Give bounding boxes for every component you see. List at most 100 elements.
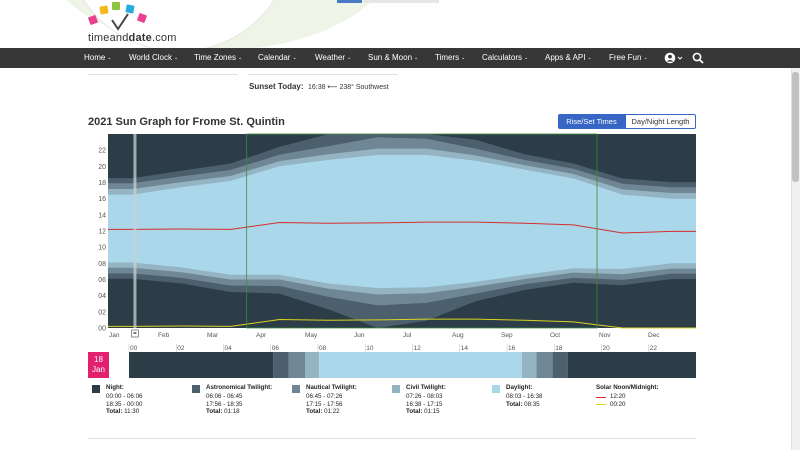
nav-time-zones-label: Time Zones <box>194 53 236 62</box>
legend-range: 07:26 - 08:03 <box>406 393 443 400</box>
chevron-down-icon: ⌄ <box>524 55 529 61</box>
nav-home[interactable]: Home ⌄ <box>84 48 112 68</box>
legend-title: Night: <box>106 384 124 391</box>
chart-y-tick-label: 12 <box>98 229 106 236</box>
legend-solar-midnight-value: 00:20 <box>610 400 626 408</box>
divider <box>248 74 398 75</box>
logo-text-c: .com <box>151 32 177 44</box>
timeline-hour-label: 22 <box>650 345 658 352</box>
legend-title: Daylight: <box>506 384 533 391</box>
legend-total-value: 01:18 <box>224 408 240 415</box>
legend-title: Civil Twilight: <box>406 384 446 391</box>
logo-text[interactable]: timeanddate.com <box>88 32 177 44</box>
nav-timers-label: Timers <box>435 53 460 62</box>
legend-range: 08:03 - 16:38 <box>506 393 543 400</box>
legend-total-label: Total: <box>206 408 223 415</box>
legend-title: Solar Noon/Midnight: <box>596 384 659 391</box>
today-date-month: Jan <box>92 365 105 374</box>
logo-icon[interactable] <box>88 2 158 32</box>
scrollbar-thumb[interactable] <box>792 72 799 182</box>
timeline-hour-label: 04 <box>225 345 233 352</box>
chart-today-marker <box>133 134 137 328</box>
legend-total-value: 11:30 <box>124 408 140 415</box>
timeline-segment-nautical <box>288 352 306 378</box>
logo-text-b: date <box>128 32 152 44</box>
nav-time-zones[interactable]: Time Zones ⌄ <box>194 48 242 68</box>
timeline-hour-label: 16 <box>508 345 516 352</box>
logo-text-a: timeand <box>88 32 129 44</box>
nav-sun-moon[interactable]: Sun & Moon ⌄ <box>368 48 418 68</box>
nav-home-label: Home <box>84 53 106 62</box>
search-icon[interactable] <box>692 52 704 64</box>
chevron-down-icon: ⌄ <box>461 55 466 61</box>
legend-range: 17:15 - 17:56 <box>306 400 343 408</box>
chart-y-tick-label: 04 <box>98 293 106 300</box>
chart-x-tick-label: Sep <box>501 332 513 339</box>
chart-x-tick-label: Feb <box>158 332 170 339</box>
legend-range: 16:38 - 17:15 <box>406 400 443 408</box>
legend-title: Astronomical Twilight: <box>206 384 273 391</box>
nav-apps-api[interactable]: Apps & API ⌄ <box>545 48 592 68</box>
nav-timers[interactable]: Timers ⌄ <box>435 48 465 68</box>
legend-range: 06:45 - 07:26 <box>306 393 343 400</box>
nav-calculators-label: Calculators <box>482 53 523 62</box>
page-title: 2021 Sun Graph for Frome St. Quintin <box>88 116 285 128</box>
legend-swatch-daylight <box>492 385 500 393</box>
nav-calendar-label: Calendar <box>258 53 291 62</box>
sun-graph-chart: 00 02 04 06 08 10 12 14 16 18 20 22 Jan Feb Mar Apr May J… <box>88 133 696 378</box>
rise-set-times-button[interactable]: Rise/Set Times <box>558 114 625 129</box>
chart-y-tick-label: 02 <box>98 309 106 316</box>
nav-free-fun-label: Free Fun <box>609 53 642 62</box>
chart-x-tick-label: Jun <box>354 332 365 339</box>
legend-range: 18:35 - 00:00 <box>106 400 143 408</box>
legend-swatch-astronomical <box>192 385 200 393</box>
chart-x-tick-label: Oct <box>550 332 560 339</box>
header-tab-active[interactable] <box>337 0 362 3</box>
chart-y-tick-label: 06 <box>98 277 106 284</box>
day-night-length-button[interactable]: Day/Night Length <box>625 114 696 129</box>
legend-total: Total: 01:15 <box>406 408 440 416</box>
chart-y-tick-label: 14 <box>98 212 106 219</box>
chart-x-tick-label: Jul <box>403 332 412 339</box>
nav-weather[interactable]: Weather ⌄ <box>315 48 351 68</box>
nav-calendar[interactable]: Calendar ⌄ <box>258 48 297 68</box>
timeline-hour-label: 10 <box>366 345 374 352</box>
site-header: timeanddate.com <box>0 0 800 48</box>
chart-y-tick-label: 22 <box>98 148 106 155</box>
chart-y-tick-label: 10 <box>98 245 106 252</box>
timeline-segment-nautical <box>536 352 553 378</box>
timeline-hour-label: 00 <box>130 345 138 352</box>
header-tab[interactable] <box>364 0 439 3</box>
timeline-segment-night <box>129 352 274 378</box>
legend-solar-noon-value: 12:20 <box>610 393 626 400</box>
legend-total-value: 01:22 <box>324 408 340 415</box>
legend-total-label: Total: <box>106 408 123 415</box>
sunset-label: Sunset Today: <box>249 82 304 91</box>
nav-apps-api-label: Apps & API <box>545 53 586 62</box>
legend-range: 06:06 - 06:45 <box>206 393 243 400</box>
legend-total-value: 01:15 <box>424 408 440 415</box>
timeline-hour-label: 02 <box>177 345 185 352</box>
chevron-down-icon: ⌄ <box>237 55 243 61</box>
timeline-segment-astronomical <box>273 352 289 378</box>
legend-swatch-nautical <box>292 385 300 393</box>
nav-world-clock[interactable]: World Clock ⌄ <box>129 48 178 68</box>
legend-line-solar-noon <box>596 396 606 398</box>
legend-total-label: Total: <box>506 400 523 408</box>
chart-x-tick-label: Dec <box>648 332 660 339</box>
legend-total: Total: 08:35 <box>506 401 540 409</box>
legend-line-solar-midnight <box>596 404 606 405</box>
timeline-hour-label: 12 <box>414 345 422 352</box>
legend-total-value: 08:35 <box>524 400 540 408</box>
nav-free-fun[interactable]: Free Fun ⌄ <box>609 48 648 68</box>
nav-sun-moon-label: Sun & Moon <box>368 53 413 62</box>
chevron-down-icon: ⌄ <box>643 55 648 61</box>
nav-calculators[interactable]: Calculators ⌄ <box>482 48 528 68</box>
timeline-segment-astronomical <box>552 352 568 378</box>
chart-y-tick-label: 18 <box>98 180 106 187</box>
account-icon[interactable] <box>664 52 684 64</box>
timeline-segment-civil <box>305 352 320 378</box>
nav-world-clock-label: World Clock <box>129 53 172 62</box>
legend-swatch-night <box>92 385 100 393</box>
chart-today-handle-grip <box>133 332 137 334</box>
